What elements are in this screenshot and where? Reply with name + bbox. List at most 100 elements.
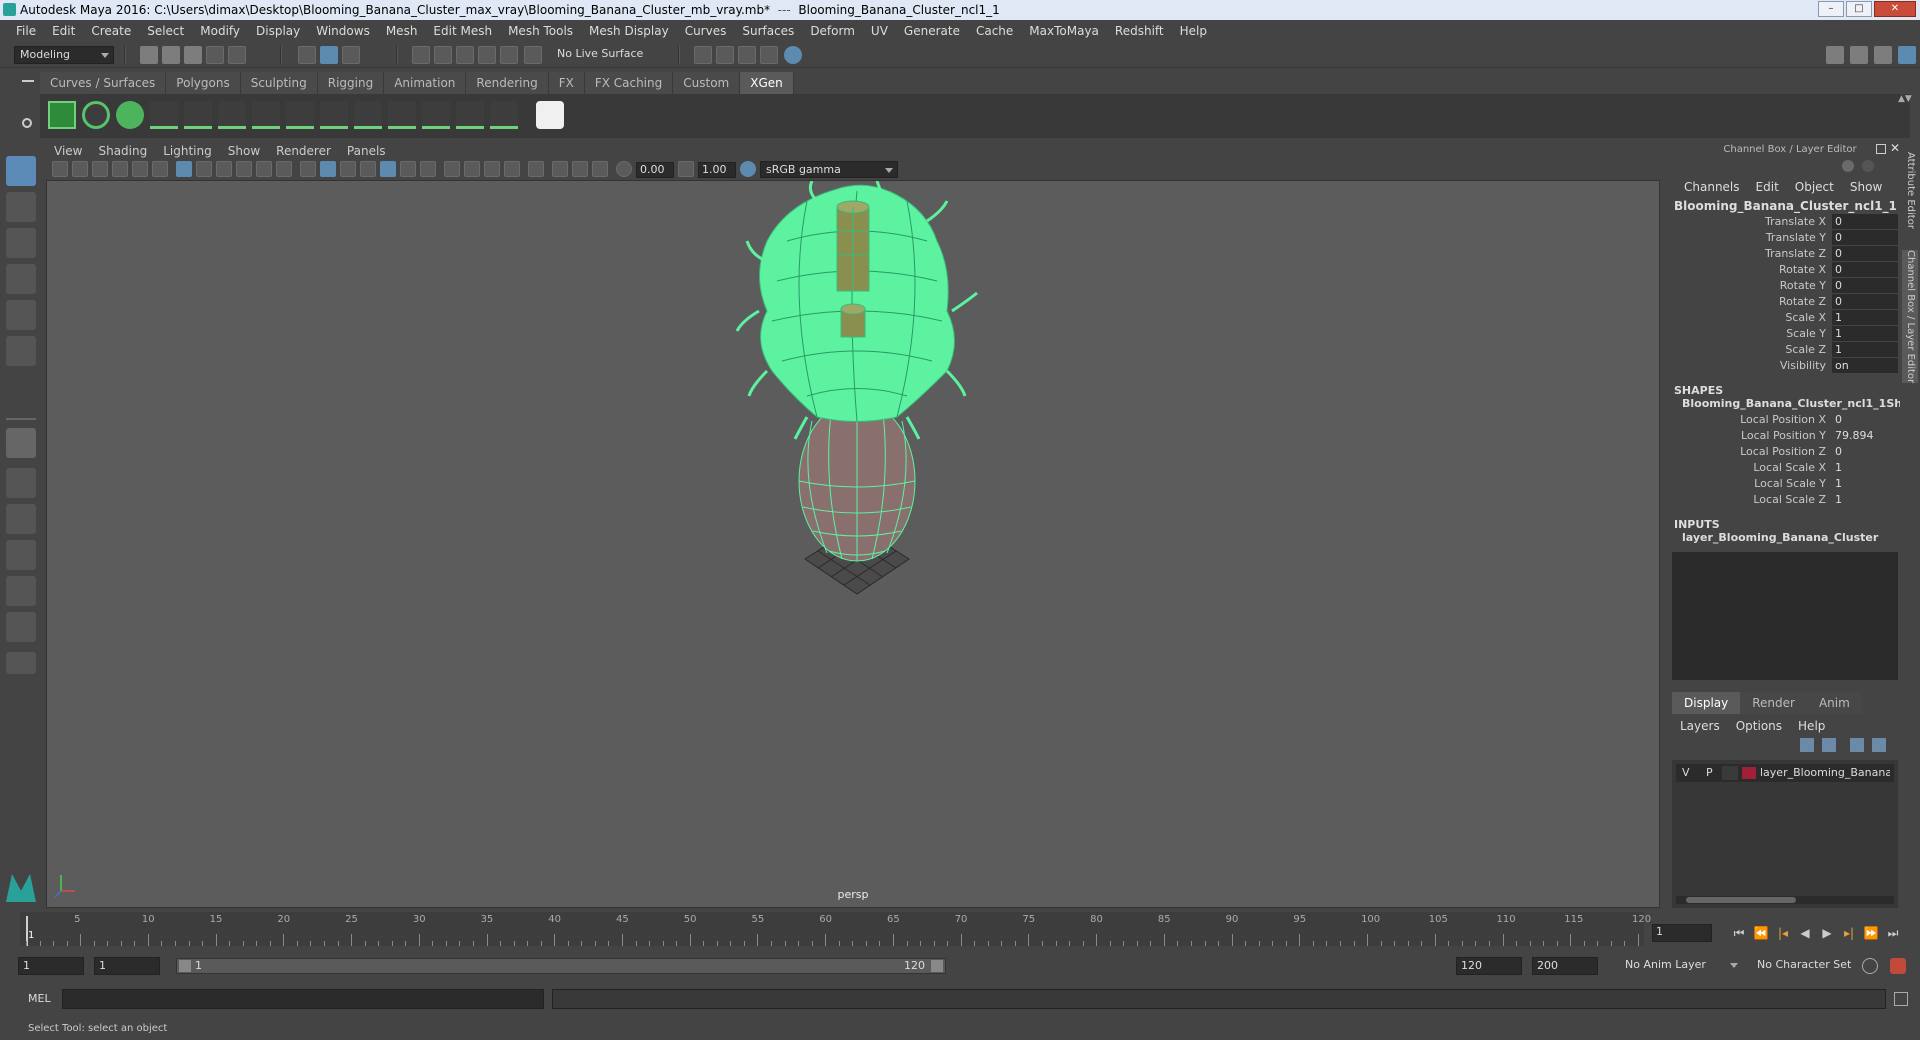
single-perspective-layout-icon[interactable]: [6, 428, 36, 458]
lasso-tool-icon[interactable]: [6, 192, 36, 222]
safe-action-icon[interactable]: [276, 161, 292, 177]
resolution-gate-icon[interactable]: [216, 161, 232, 177]
redshift-render-icon[interactable]: [784, 46, 802, 64]
range-end-handle[interactable]: [931, 960, 943, 972]
attr-value[interactable]: 1: [1832, 492, 1898, 508]
color-management-icon[interactable]: [740, 161, 756, 177]
shelf-tab-polygons[interactable]: Polygons: [166, 72, 241, 94]
attr-row[interactable]: Visibility on: [1672, 358, 1898, 374]
hypershade-icon[interactable]: [760, 46, 778, 64]
attr-value[interactable]: 1: [1832, 326, 1898, 342]
exposure-field[interactable]: 0.00: [636, 162, 674, 178]
shelf-tab-animation[interactable]: Animation: [384, 72, 467, 94]
xgen-place-guides-icon[interactable]: [150, 101, 178, 129]
xgen-export-icon[interactable]: [536, 101, 564, 129]
anim-end-field[interactable]: 200: [1532, 957, 1598, 975]
channel-box-tab[interactable]: Channel Box / Layer Editor: [1902, 250, 1918, 384]
open-scene-icon[interactable]: [162, 46, 180, 64]
menu-modify[interactable]: Modify: [192, 20, 248, 42]
layer-tab-display[interactable]: Display: [1672, 692, 1741, 714]
outliner-layout-icon[interactable]: [6, 540, 36, 570]
playback-start-field[interactable]: 1: [94, 957, 160, 975]
menu-cache[interactable]: Cache: [968, 20, 1021, 42]
vp-menu-shading[interactable]: Shading: [90, 142, 155, 160]
layer-color-swatch[interactable]: [1742, 767, 1756, 779]
attr-value[interactable]: 1: [1832, 460, 1898, 476]
rotate-tool-icon[interactable]: [6, 300, 36, 330]
attr-row[interactable]: Scale X 1: [1672, 310, 1898, 326]
shelf-tab-fx[interactable]: FX: [548, 72, 585, 94]
menu-uv[interactable]: UV: [863, 20, 896, 42]
banana-cluster-wireframe[interactable]: [47, 181, 1660, 908]
field-chart-icon[interactable]: [256, 161, 272, 177]
graph-layout-icon[interactable]: [6, 576, 36, 606]
hypershade-layout-icon[interactable]: [6, 612, 36, 642]
lock-icon[interactable]: [1862, 160, 1874, 172]
menu-mesh-display[interactable]: Mesh Display: [581, 20, 677, 42]
shape-name[interactable]: Blooming_Banana_Cluster_ncl1_1Shape: [1672, 396, 1920, 412]
perspective-viewport[interactable]: persp: [46, 180, 1660, 908]
minimize-button[interactable]: –: [1818, 1, 1844, 17]
attr-value[interactable]: 0: [1832, 246, 1898, 262]
menu-windows[interactable]: Windows: [308, 20, 378, 42]
snap-view-plane-icon[interactable]: [478, 46, 496, 64]
menu-generate[interactable]: Generate: [896, 20, 968, 42]
attr-row[interactable]: Translate Y 0: [1672, 230, 1898, 246]
shelf-tab-rendering[interactable]: Rendering: [466, 72, 549, 94]
snap-point-icon[interactable]: [456, 46, 474, 64]
attr-value[interactable]: 1: [1832, 476, 1898, 492]
grease-pencil-icon[interactable]: [152, 161, 168, 177]
menu-maxtomaya[interactable]: MaxToMaya: [1021, 20, 1107, 42]
redo-icon[interactable]: [228, 46, 246, 64]
attr-value[interactable]: 0: [1832, 230, 1898, 246]
menu-help[interactable]: Help: [1172, 20, 1215, 42]
cb-object-name[interactable]: Blooming_Banana_Cluster_ncl1_1: [1672, 198, 1898, 214]
new-scene-icon[interactable]: [140, 46, 158, 64]
film-gate-icon[interactable]: [196, 161, 212, 177]
scrollbar-thumb[interactable]: [1686, 897, 1796, 903]
move-layer-down-icon[interactable]: [1822, 738, 1836, 752]
move-layer-up-icon[interactable]: [1800, 738, 1814, 752]
close-button[interactable]: ✕: [1874, 1, 1916, 17]
toggle-channel-box-icon[interactable]: [1898, 46, 1916, 64]
gamma-field[interactable]: 1.00: [698, 162, 736, 178]
xgen-convert-icon[interactable]: [490, 101, 518, 129]
gate-mask-icon[interactable]: [236, 161, 252, 177]
xgen-editor-icon[interactable]: [48, 101, 76, 129]
motion-blur-icon[interactable]: [464, 161, 480, 177]
attr-row[interactable]: Rotate Y 0: [1672, 278, 1898, 294]
play-forwards-icon[interactable]: ▶: [1818, 924, 1836, 942]
attr-row[interactable]: Rotate Z 0: [1672, 294, 1898, 310]
new-layer-icon[interactable]: [1850, 738, 1864, 752]
two-view-layout-icon[interactable]: [6, 504, 36, 534]
attr-row[interactable]: Scale Z 1: [1672, 342, 1898, 358]
step-forward-frame-icon[interactable]: ⏩: [1862, 924, 1880, 942]
live-surface-field[interactable]: No Live Surface: [552, 46, 648, 64]
current-frame-field[interactable]: 1: [1652, 924, 1712, 942]
attr-value[interactable]: 79.894: [1832, 428, 1898, 444]
shelf-tab-curves-surfaces[interactable]: Curves / Surfaces: [40, 72, 167, 94]
four-view-layout-icon[interactable]: [6, 468, 36, 498]
save-scene-icon[interactable]: [184, 46, 202, 64]
menu-display[interactable]: Display: [248, 20, 308, 42]
key-icon[interactable]: [1842, 160, 1854, 172]
attr-value[interactable]: 0: [1832, 278, 1898, 294]
ambient-occlusion-icon[interactable]: [444, 161, 460, 177]
gamma-icon[interactable]: [678, 161, 694, 177]
toggle-tool-settings-icon[interactable]: [1874, 46, 1892, 64]
shelf-tab-rigging[interactable]: Rigging: [317, 72, 385, 94]
shadows-icon[interactable]: [400, 161, 416, 177]
shelf-tab-fx-caching[interactable]: FX Caching: [584, 72, 674, 94]
select-hierarchy-icon[interactable]: [298, 46, 316, 64]
menu-edit[interactable]: Edit: [44, 20, 83, 42]
cb-menu-show[interactable]: Show: [1842, 180, 1890, 194]
render-frame-icon[interactable]: [694, 46, 712, 64]
step-forward-key-icon[interactable]: ▸|: [1840, 924, 1858, 942]
go-to-start-icon[interactable]: ⏮: [1730, 924, 1748, 942]
character-set-dropdown[interactable]: No Character Set: [1752, 957, 1876, 975]
anti-alias-icon[interactable]: [484, 161, 500, 177]
new-layer-selected-icon[interactable]: [1872, 738, 1886, 752]
cb-menu-edit[interactable]: Edit: [1748, 180, 1787, 194]
vp-menu-lighting[interactable]: Lighting: [155, 142, 220, 160]
render-settings-icon[interactable]: [738, 46, 756, 64]
